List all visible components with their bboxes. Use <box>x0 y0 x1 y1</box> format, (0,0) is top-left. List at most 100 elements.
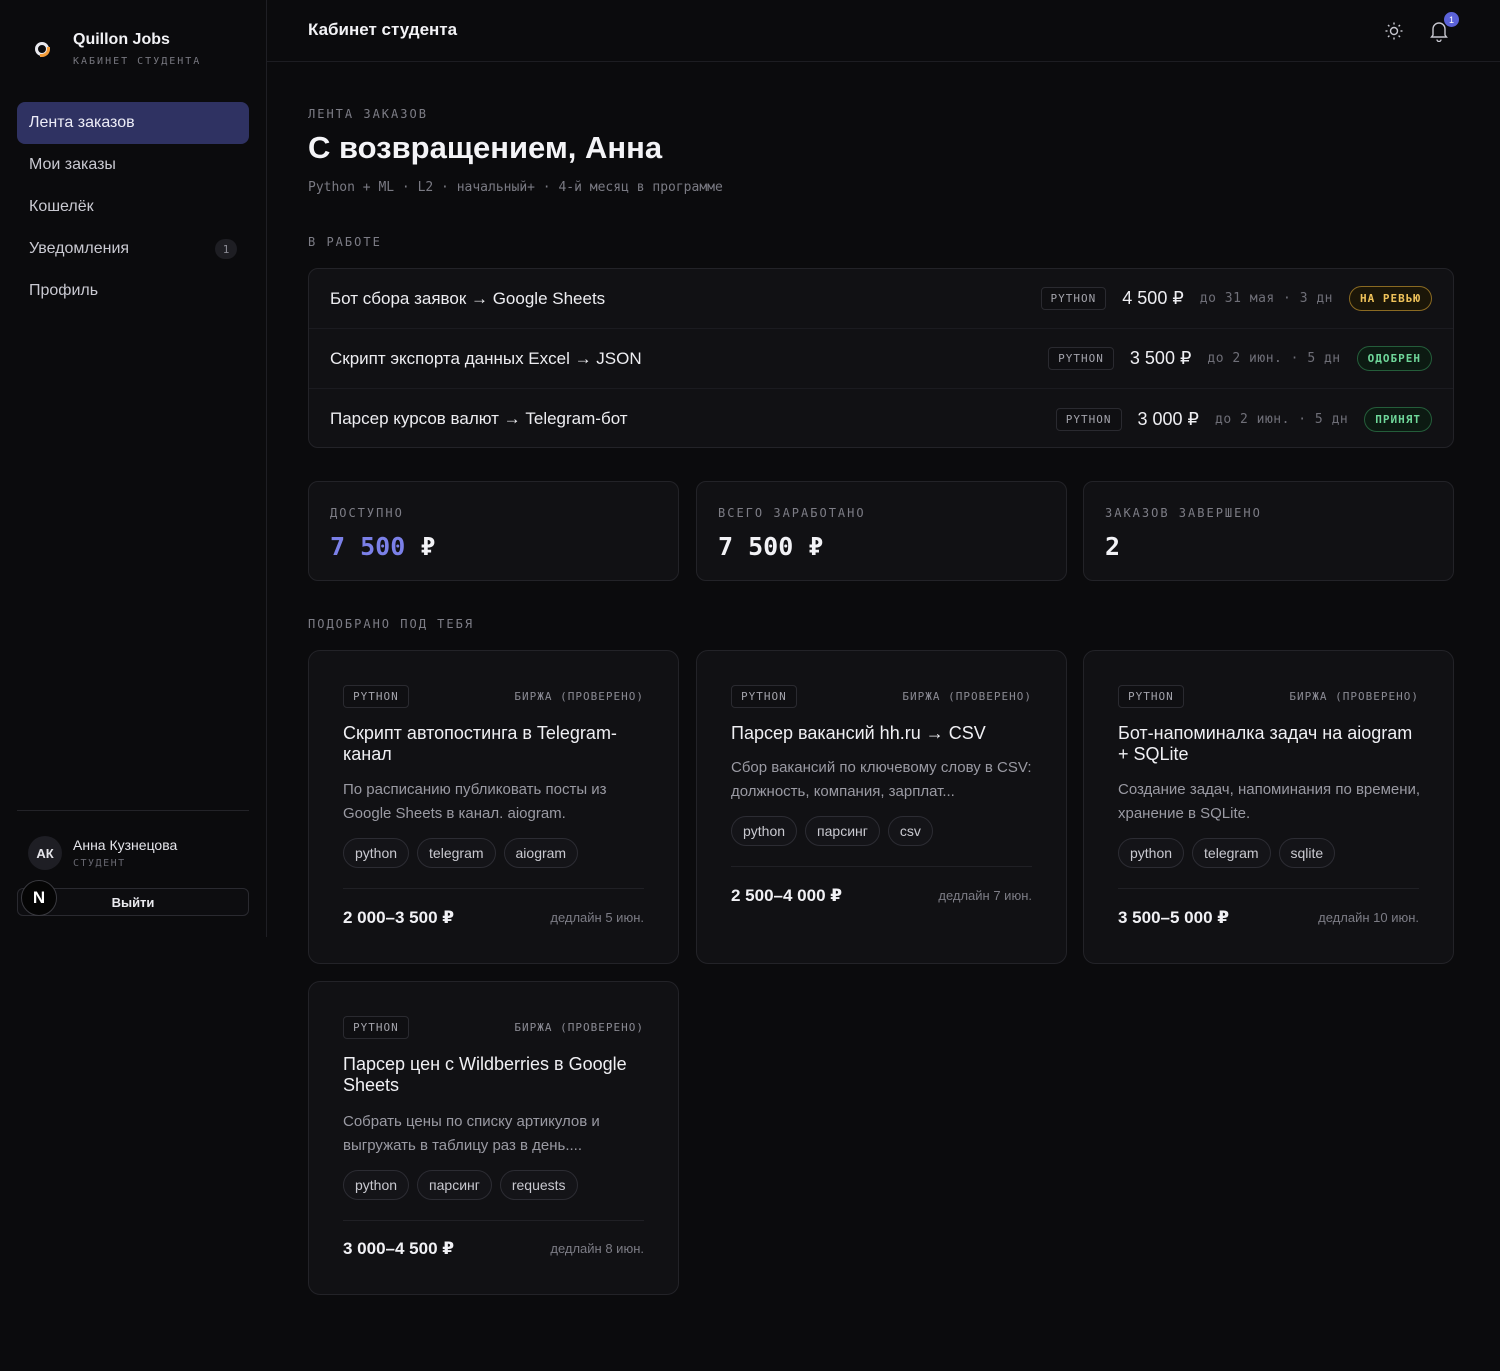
user-role: СТУДЕНТ <box>73 858 126 869</box>
skill-chip: парсинг <box>805 816 880 846</box>
job-chips: python telegram aiogram <box>343 838 579 868</box>
job-description: Сбор вакансий по ключевому слову в CSV: … <box>731 759 1032 800</box>
page-meta: Python + ML · L2 · начальный+ · 4-й меся… <box>308 180 723 195</box>
brand-subtitle: КАБИНЕТ СТУДЕНТА <box>73 56 202 67</box>
sidebar-item-feed[interactable]: Лента заказов <box>17 102 249 144</box>
job-chips: python парсинг csv <box>731 816 933 846</box>
job-source: БИРЖА (ПРОВЕРЕНО) <box>514 1021 644 1034</box>
work-row[interactable]: Парсер курсов валют → Telegram-бот PYTHO… <box>309 389 1453 447</box>
work-title: Бот сбора заявок → Google Sheets <box>330 288 606 308</box>
page-title: С возвращением, Анна <box>308 130 663 165</box>
skill-chip: python <box>343 838 410 868</box>
sidebar-item-label: Профиль <box>29 282 99 299</box>
user-name: Анна Кузнецова <box>73 837 178 853</box>
topbar: Кабинет студента 1 <box>267 0 1500 62</box>
work-title: Парсер курсов валют → Telegram-бот <box>330 409 628 428</box>
work-due: до 2 июн. · 5 дн <box>1207 351 1341 366</box>
job-deadline: дедлайн 5 июн. <box>550 910 644 925</box>
work-price: 3 500 ₽ <box>1129 348 1192 368</box>
job-deadline: дедлайн 10 июн. <box>1318 910 1419 925</box>
in-work-list: Бот сбора заявок → Google Sheets PYTHON … <box>308 268 1454 448</box>
work-tag: PYTHON <box>1048 347 1114 370</box>
job-card[interactable]: PYTHON БИРЖА (ПРОВЕРЕНО) Скрипт автопост… <box>308 650 679 964</box>
avatar: АК <box>28 836 62 870</box>
skill-chip: csv <box>887 816 933 846</box>
sidebar-item-notifications[interactable]: Уведомления 1 <box>17 228 249 270</box>
stat-value: 7 500 ₽ <box>330 532 435 561</box>
sidebar: Quillon Jobs КАБИНЕТ СТУДЕНТА Лента зака… <box>0 0 267 937</box>
job-price: 3 000–4 500 ₽ <box>343 1239 455 1258</box>
brand-title: Quillon Jobs <box>73 31 170 48</box>
job-card[interactable]: PYTHON БИРЖА (ПРОВЕРЕНО) Парсер вакансий… <box>696 650 1067 964</box>
skill-chip: requests <box>499 1170 578 1200</box>
notifications-bell-badge: 1 <box>1444 12 1459 27</box>
job-source: БИРЖА (ПРОВЕРЕНО) <box>514 690 644 703</box>
job-card[interactable]: PYTHON БИРЖА (ПРОВЕРЕНО) Парсер цен с Wi… <box>308 981 679 1295</box>
skill-chip: telegram <box>417 838 496 868</box>
stat-earned: ВСЕГО ЗАРАБОТАНО 7 500 ₽ <box>696 481 1067 581</box>
job-divider <box>731 866 1032 867</box>
work-tag: PYTHON <box>1055 407 1122 431</box>
skill-chip: парсинг <box>417 1170 492 1200</box>
notifications-count-badge: 1 <box>215 239 237 259</box>
sidebar-item-wallet[interactable]: Кошелёк <box>17 186 249 228</box>
job-tag: PYTHON <box>343 1016 409 1039</box>
recommended-label: ПОДОБРАНО ПОД ТЕБЯ <box>308 617 475 631</box>
job-deadline: дедлайн 7 июн. <box>938 888 1032 903</box>
stat-label: ВСЕГО ЗАРАБОТАНО <box>718 506 866 520</box>
job-chips: python telegram sqlite <box>1118 838 1336 868</box>
brand[interactable]: Quillon Jobs КАБИНЕТ СТУДЕНТА <box>30 30 201 67</box>
stat-currency: ₽ <box>420 532 436 561</box>
work-row[interactable]: Бот сбора заявок → Google Sheets PYTHON … <box>309 269 1453 329</box>
work-price: 3 000 ₽ <box>1137 408 1200 429</box>
job-title: Парсер вакансий hh.ru → CSV <box>731 723 986 743</box>
job-title: Скрипт автопостинга в Telegram-канал <box>343 723 617 764</box>
stat-available-amount: 7 500 <box>330 532 406 561</box>
job-chips: python парсинг requests <box>343 1170 578 1200</box>
in-work-label: В РАБОТЕ <box>308 235 382 249</box>
sidebar-item-label: Мои заказы <box>29 156 116 173</box>
stat-value: 7 500 ₽ <box>718 532 824 561</box>
skill-chip: sqlite <box>1278 838 1336 868</box>
job-source: БИРЖА (ПРОВЕРЕНО) <box>1289 690 1419 703</box>
job-divider <box>343 1220 644 1221</box>
job-price: 2 500–4 000 ₽ <box>731 886 843 905</box>
work-tag: PYTHON <box>1040 287 1107 310</box>
page-header-title: Кабинет студента <box>308 20 458 39</box>
job-tag: PYTHON <box>731 685 797 708</box>
stat-label: ЗАКАЗОВ ЗАВЕРШЕНО <box>1105 506 1262 520</box>
job-divider <box>1118 888 1419 889</box>
sidebar-nav: Лента заказов Мои заказы Кошелёк Уведомл… <box>17 102 249 312</box>
stat-value: 2 <box>1105 532 1121 561</box>
sidebar-item-my-orders[interactable]: Мои заказы <box>17 144 249 186</box>
job-description: Собрать цены по списку артикулов и выгру… <box>343 1113 600 1154</box>
dev-tools-badge[interactable]: N <box>21 880 57 916</box>
sidebar-item-label: Уведомления <box>29 240 130 257</box>
skill-chip: python <box>1118 838 1185 868</box>
sidebar-item-label: Лента заказов <box>29 114 135 131</box>
job-title: Бот-напоминалка задач на aiogram + SQLit… <box>1118 723 1413 764</box>
skill-chip: telegram <box>1192 838 1271 868</box>
job-description: По расписанию публиковать посты из Googl… <box>343 781 607 822</box>
user-card: АК Анна Кузнецова СТУДЕНТ <box>28 836 177 870</box>
job-deadline: дедлайн 8 июн. <box>550 1241 644 1256</box>
status-badge: ОДОБРЕН <box>1356 346 1432 371</box>
logo-icon <box>35 42 50 57</box>
theme-toggle-sun-icon[interactable] <box>1384 21 1404 41</box>
job-card[interactable]: PYTHON БИРЖА (ПРОВЕРЕНО) Бот-напоминалка… <box>1083 650 1454 964</box>
work-row[interactable]: Скрипт экспорта данных Excel → JSON PYTH… <box>309 329 1453 389</box>
stat-available: ДОСТУПНО 7 500 ₽ <box>308 481 679 581</box>
stat-completed: ЗАКАЗОВ ЗАВЕРШЕНО 2 <box>1083 481 1454 581</box>
job-tag: PYTHON <box>343 685 409 708</box>
stat-label: ДОСТУПНО <box>330 506 404 520</box>
skill-chip: python <box>731 816 798 846</box>
sidebar-item-profile[interactable]: Профиль <box>17 270 249 312</box>
work-price: 4 500 ₽ <box>1122 288 1184 308</box>
sidebar-item-label: Кошелёк <box>29 198 94 215</box>
work-due: до 2 июн. · 5 дн <box>1215 411 1349 427</box>
job-divider <box>343 888 644 889</box>
work-title: Скрипт экспорта данных Excel → JSON <box>330 348 642 368</box>
job-source: БИРЖА (ПРОВЕРЕНО) <box>902 690 1032 703</box>
page-eyebrow: ЛЕНТА ЗАКАЗОВ <box>308 107 428 121</box>
skill-chip: python <box>343 1170 410 1200</box>
